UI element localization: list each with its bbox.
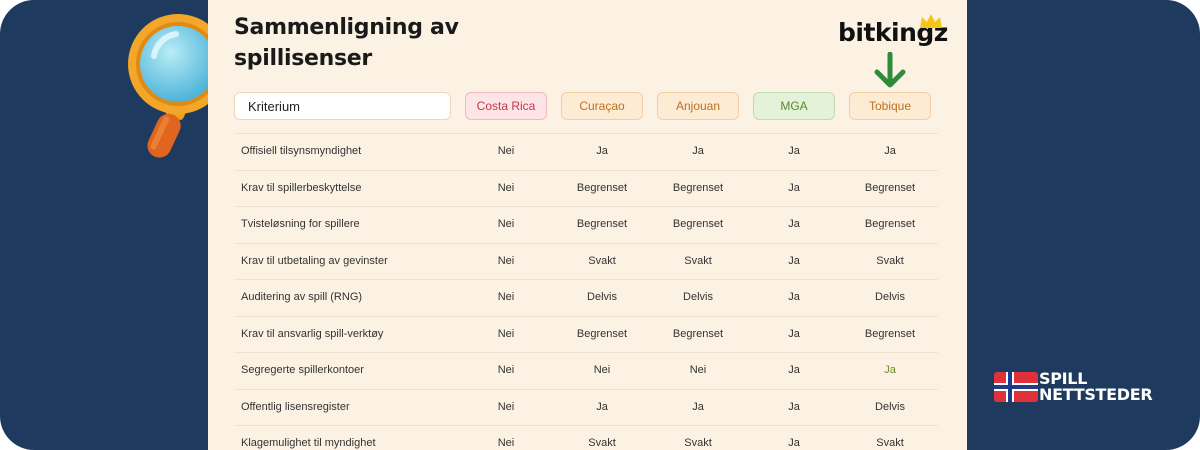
table-cell: Ja (884, 145, 896, 157)
table-cell: Begrenset (864, 327, 916, 340)
header-curacao: Curaçao (561, 92, 643, 120)
table-cell: Ja (692, 400, 704, 413)
table-cell: Nei (497, 327, 515, 340)
table-cell: Delvis (683, 291, 713, 303)
table-cell: Begrenset (672, 327, 724, 340)
table-cell: Svakt (876, 437, 904, 449)
row-criterion: Offisiell tilsynsmyndighet (241, 145, 362, 157)
table-cell-highlighted: Ja (884, 364, 896, 376)
table-cell: Svakt (588, 254, 616, 267)
table-row: Krav til utbetaling av gevinster Nei Sva… (234, 242, 938, 280)
table-cell: Nei (497, 181, 515, 194)
comparison-table: Offisiell tilsynsmyndighet Nei Ja Ja Ja … (234, 133, 938, 450)
table-cell: Ja (788, 327, 800, 340)
row-criterion: Krav til spillerbeskyttelse (241, 181, 362, 194)
brand-logo: bitkingz (838, 10, 948, 50)
row-criterion: Klagemulighet til myndighet (241, 437, 376, 449)
table-row: Tvisteløsning for spillere Nei Begrenset… (234, 206, 938, 243)
table-cell: Ja (596, 145, 608, 157)
table-cell: Nei (497, 145, 515, 157)
table-cell: Nei (593, 364, 611, 376)
table-row: Segregerte spillerkontoer Nei Nei Nei Ja… (234, 352, 938, 389)
header-tobique: Tobique (849, 92, 931, 120)
header-anjouan: Anjouan (657, 92, 739, 120)
table-cell: Ja (788, 145, 800, 157)
table-cell: Nei (497, 254, 515, 267)
comparison-card: Sammenligning av spillisenser bitkingz K… (208, 0, 967, 450)
table-cell: Ja (788, 291, 800, 303)
logo-line-2: NETTSTEDER (1039, 385, 1153, 404)
table-cell: Ja (788, 437, 800, 449)
table-cell: Nei (497, 291, 515, 303)
page-background: Sammenligning av spillisenser bitkingz K… (0, 0, 1200, 450)
header-mga: MGA (753, 92, 835, 120)
table-cell: Delvis (587, 291, 617, 303)
row-criterion: Krav til utbetaling av gevinster (241, 254, 388, 267)
arrow-down-icon (874, 52, 906, 88)
table-row: Offentlig lisensregister Nei Ja Ja Ja De… (234, 388, 938, 426)
table-cell: Svakt (684, 437, 712, 449)
page-title: Sammenligning av spillisenser (234, 15, 459, 71)
table-cell: Svakt (684, 254, 712, 267)
table-cell: Nei (497, 400, 515, 413)
site-logo-text: SPILL NETTSTEDER (1039, 371, 1153, 404)
table-row: Offisiell tilsynsmyndighet Nei Ja Ja Ja … (234, 133, 938, 170)
table-row: Krav til ansvarlig spill-verktøy Nei Beg… (234, 315, 938, 353)
table-cell: Nei (497, 218, 515, 230)
table-cell: Ja (788, 254, 800, 267)
norway-flag-icon (994, 372, 1038, 402)
table-cell: Ja (692, 145, 704, 157)
table-cell: Begrenset (672, 181, 724, 194)
table-cell: Ja (788, 364, 800, 376)
row-criterion: Krav til ansvarlig spill-verktøy (241, 327, 384, 340)
table-cell: Begrenset (576, 218, 628, 230)
table-cell: Begrenset (864, 218, 916, 230)
crown-icon (920, 14, 942, 28)
table-cell: Begrenset (672, 218, 724, 230)
table-cell: Begrenset (864, 181, 916, 194)
table-cell: Begrenset (576, 327, 628, 340)
table-cell: Ja (788, 181, 800, 194)
row-criterion: Tvisteløsning for spillere (241, 218, 360, 230)
table-cell: Ja (788, 400, 800, 413)
table-cell: Delvis (875, 291, 905, 303)
row-criterion: Segregerte spillerkontoer (241, 364, 364, 376)
header-kriterium: Kriterium (234, 92, 451, 120)
row-criterion: Offentlig lisensregister (241, 400, 350, 413)
header-costa-rica: Costa Rica (465, 92, 547, 120)
table-cell: Nei (497, 437, 515, 449)
table-cell: Svakt (588, 437, 616, 449)
table-cell: Nei (497, 364, 515, 376)
table-row: Klagemulighet til myndighet Nei Svakt Sv… (234, 425, 938, 450)
table-cell: Ja (788, 218, 800, 230)
row-criterion: Auditering av spill (RNG) (241, 291, 363, 303)
table-row: Auditering av spill (RNG) Nei Delvis Del… (234, 279, 938, 316)
table-row: Krav til spillerbeskyttelse Nei Begrense… (234, 169, 938, 207)
table-cell: Ja (596, 400, 608, 413)
table-cell: Svakt (876, 254, 904, 267)
table-cell: Delvis (875, 400, 905, 413)
table-cell: Nei (689, 364, 707, 376)
table-cell: Begrenset (576, 181, 628, 194)
